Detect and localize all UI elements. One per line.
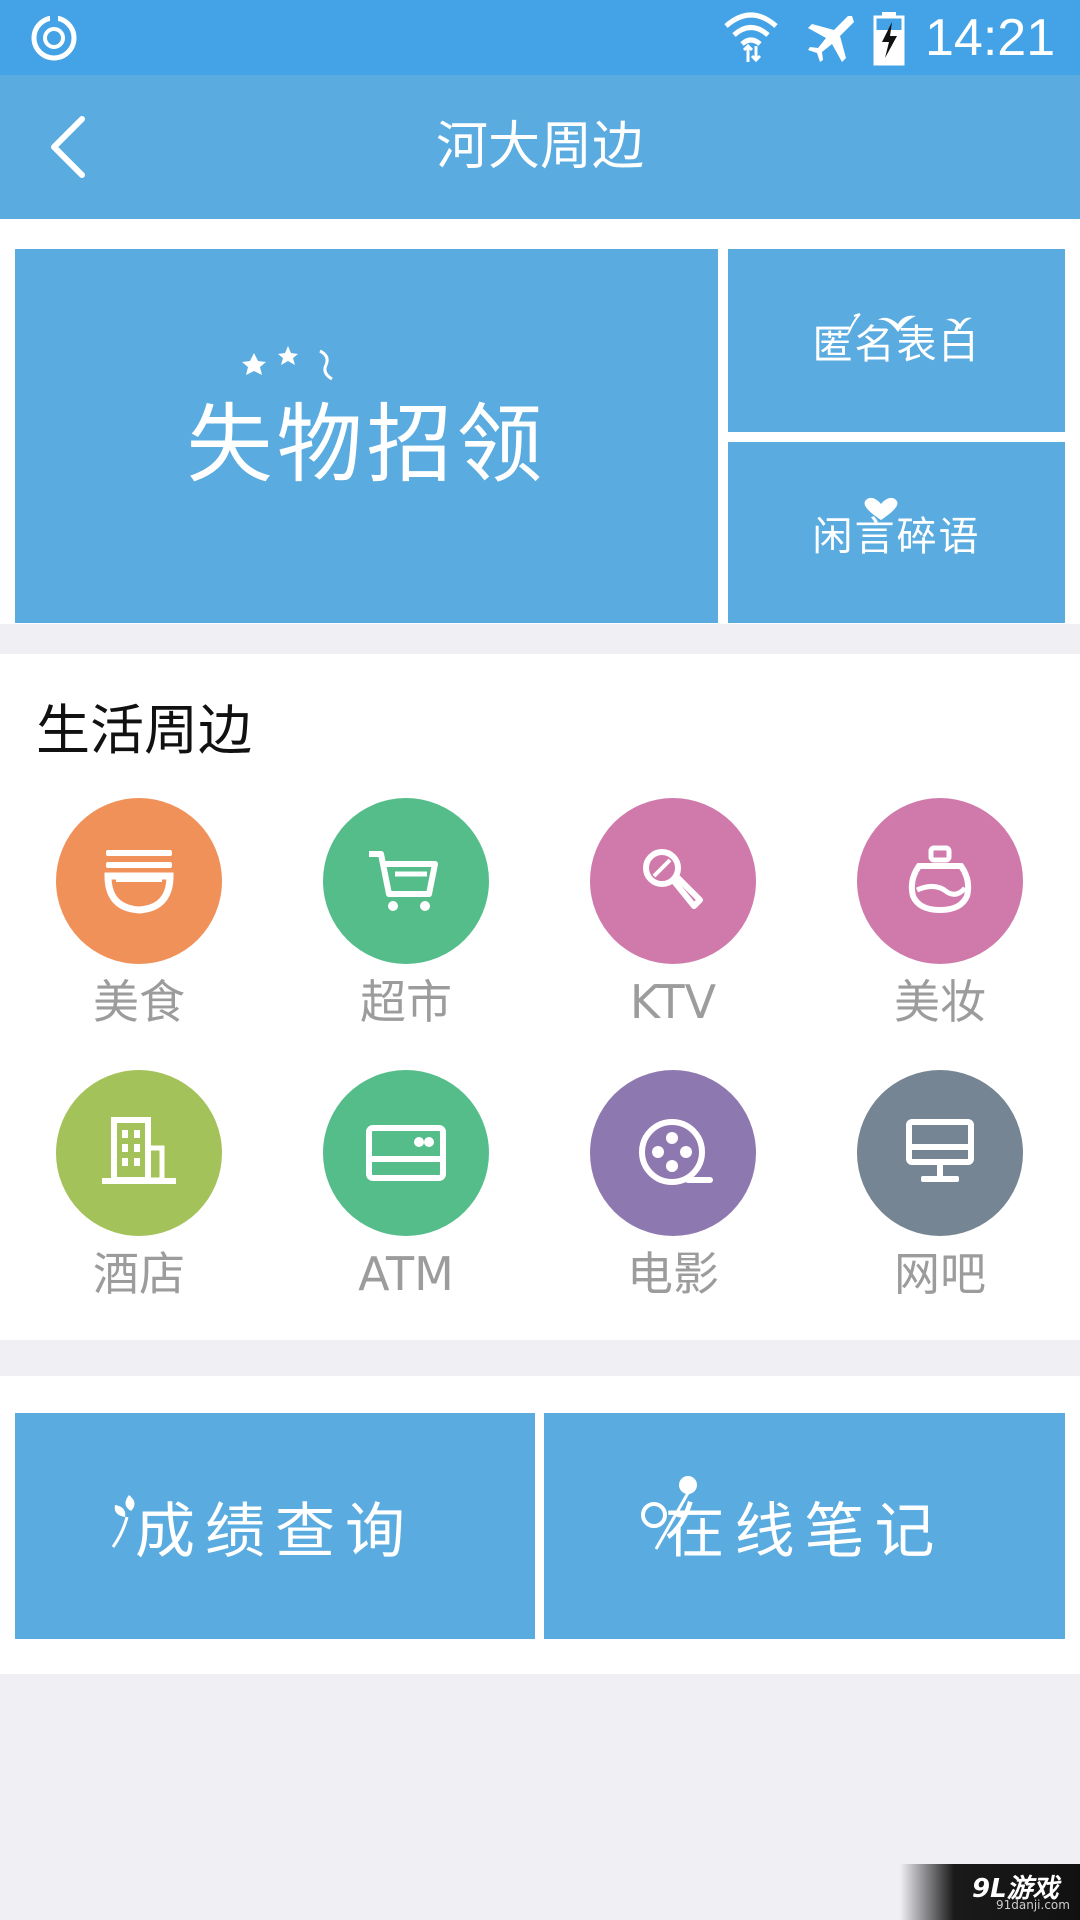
category-supermarket-circle (323, 798, 489, 964)
category-food-circle (56, 798, 222, 964)
score-query-label: 成绩查询 (135, 1496, 415, 1567)
screen: 14:21 河大周边 失物招领 匿名表白 闲言碎语 生活周边 美食 超市 KTV… (0, 0, 1080, 1920)
top-tiles-section: 失物招领 匿名表白 闲言碎语 (0, 219, 1080, 624)
category-supermarket-label: 超市 (360, 975, 452, 1029)
computer-monitor-icon (906, 1119, 974, 1182)
page-title: 河大周边 (435, 117, 644, 177)
noodle-bowl-icon (104, 850, 174, 914)
bottom-tiles-section: 成绩查询 在线笔记 (0, 1376, 1080, 1674)
category-atm-label: ATM (358, 1247, 454, 1301)
category-movie-circle (590, 1070, 756, 1236)
bank-card-icon (366, 1125, 446, 1181)
app-bar: 河大周边 (0, 75, 1080, 219)
category-hotel-circle (56, 1070, 222, 1236)
category-internet-cafe-circle (857, 1070, 1023, 1236)
lost-and-found-tile[interactable]: 失物招领 (15, 249, 718, 623)
rose-decoration-icon (641, 1476, 697, 1550)
perfume-bottle-icon (908, 845, 972, 914)
category-supermarket[interactable]: 超市 (306, 798, 506, 1032)
category-movie[interactable]: 电影 (573, 1070, 773, 1304)
film-reel-icon (639, 1119, 713, 1185)
airplane-mode-icon (808, 16, 854, 62)
flower-decoration-icon (111, 1495, 135, 1548)
idle-chat-tile[interactable]: 闲言碎语 (728, 442, 1065, 623)
category-food[interactable]: 美食 (39, 798, 239, 1032)
sync-icon (31, 14, 77, 61)
category-hotel-label: 酒店 (93, 1247, 185, 1301)
category-hotel[interactable]: 酒店 (39, 1070, 239, 1304)
stars-decoration-icon (242, 346, 333, 381)
anonymous-confession-tile[interactable]: 匿名表白 (728, 249, 1065, 432)
microphone-icon (643, 849, 703, 909)
online-notes-tile[interactable]: 在线笔记 (544, 1413, 1065, 1639)
sprout-decoration-icon (847, 313, 972, 335)
category-cosmetics[interactable]: 美妆 (840, 798, 1040, 1032)
wifi-icon (724, 12, 778, 63)
category-ktv-label: KTV (629, 975, 717, 1029)
battery-charging-icon (873, 12, 905, 66)
category-cosmetics-circle (857, 798, 1023, 964)
clock-time: 14:21 (925, 9, 1056, 67)
score-query-tile[interactable]: 成绩查询 (15, 1413, 535, 1639)
lost-and-found-label: 失物招领 (186, 394, 547, 495)
status-bar: 14:21 (0, 0, 1080, 75)
category-ktv[interactable]: KTV (573, 798, 773, 1032)
heart-decoration-icon (864, 497, 898, 520)
online-notes-label: 在线笔记 (664, 1496, 945, 1567)
section-title: 生活周边 (36, 699, 252, 762)
category-movie-label: 电影 (627, 1247, 719, 1301)
hotel-building-icon (102, 1117, 176, 1184)
category-internet-cafe[interactable]: 网吧 (840, 1070, 1040, 1304)
watermark-site: 91danji.com (996, 1898, 1070, 1912)
watermark-logo: 9L游戏 91danji.com (900, 1864, 1080, 1920)
life-section: 生活周边 美食 超市 KTV 美妆 酒店 ATM 电影 网吧 (0, 654, 1080, 1340)
category-atm-circle (323, 1070, 489, 1236)
category-internet-cafe-label: 网吧 (894, 1247, 986, 1301)
category-ktv-circle (590, 798, 756, 964)
shopping-cart-icon (369, 851, 438, 911)
category-cosmetics-label: 美妆 (894, 975, 986, 1029)
category-food-label: 美食 (93, 975, 185, 1029)
category-atm[interactable]: ATM (306, 1070, 506, 1304)
